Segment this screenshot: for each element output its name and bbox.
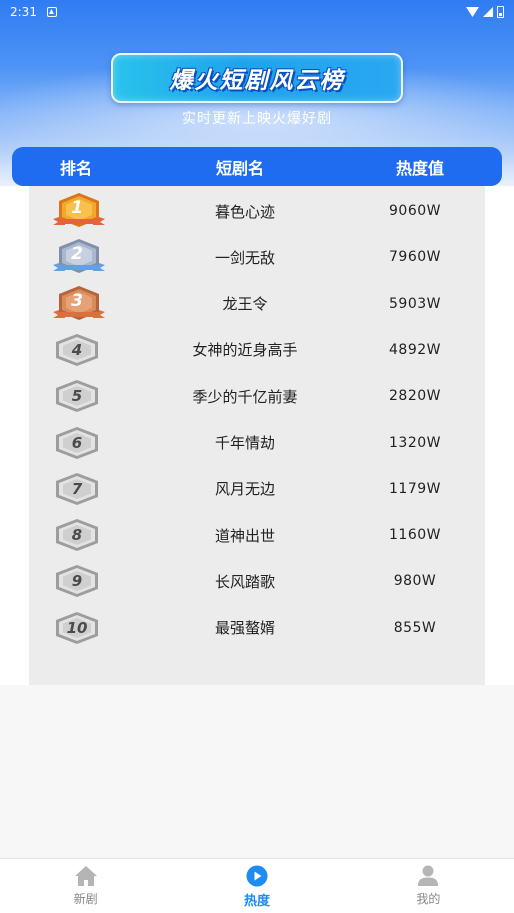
tab-label-mine: 我的 bbox=[416, 892, 441, 906]
rank-hexagon-icon: 7 bbox=[53, 472, 101, 506]
user-icon bbox=[418, 865, 439, 886]
rank-number: 8 bbox=[71, 526, 83, 545]
drama-name: 长风踏歌 bbox=[214, 572, 275, 591]
header-rank: 排名 bbox=[59, 158, 92, 178]
ranking-table-header: 排名 短剧名 热度值 bbox=[12, 147, 502, 186]
table-row[interactable]: 9 长风踏歌 980W bbox=[29, 558, 485, 604]
notification-icon bbox=[46, 7, 57, 17]
table-row[interactable]: 3 龙王令 5903W bbox=[29, 281, 485, 327]
status-icons bbox=[466, 6, 504, 18]
rank-number: 1 bbox=[71, 198, 83, 218]
heat-value: 4892W bbox=[389, 341, 441, 358]
tab-label-hot: 热度 bbox=[243, 894, 270, 909]
table-row[interactable]: 2 一剑无敌 7960W bbox=[29, 234, 485, 280]
bronze-medal-icon: 3 bbox=[49, 284, 105, 324]
rank-cell: 7 bbox=[29, 472, 125, 506]
rank-hexagon-icon: 9 bbox=[53, 564, 101, 598]
rank-number: 7 bbox=[71, 479, 83, 498]
heat-value: 5903W bbox=[389, 295, 441, 312]
drama-name: 龙王令 bbox=[222, 295, 268, 314]
signal-icon bbox=[483, 7, 493, 17]
drama-name: 暮色心迹 bbox=[214, 202, 275, 221]
rank-cell: 2 bbox=[29, 237, 125, 277]
table-row[interactable]: 4 女神的近身高手 4892W bbox=[29, 327, 485, 373]
rank-number: 9 bbox=[71, 572, 83, 591]
heat-value: 1179W bbox=[389, 480, 441, 497]
heat-value: 1320W bbox=[389, 434, 441, 451]
wifi-icon bbox=[466, 7, 479, 17]
header-heat: 热度值 bbox=[395, 158, 444, 178]
rank-number: 5 bbox=[71, 387, 83, 406]
rank-cell: 3 bbox=[29, 284, 125, 324]
rank-cell: 8 bbox=[29, 518, 125, 552]
table-row[interactable]: 10 最强螯婿 855W bbox=[29, 605, 485, 651]
tab-new-dramas[interactable]: 新剧 bbox=[0, 859, 171, 913]
tab-label-new: 新剧 bbox=[73, 892, 98, 906]
table-row[interactable]: 5 季少的千亿前妻 2820W bbox=[29, 373, 485, 419]
drama-name: 季少的千亿前妻 bbox=[192, 387, 298, 406]
heat-value: 980W bbox=[393, 573, 437, 590]
header-name: 短剧名 bbox=[215, 158, 264, 178]
heat-value: 9060W bbox=[389, 203, 441, 219]
rank-hexagon-icon: 6 bbox=[53, 426, 101, 460]
tab-mine[interactable]: 我的 bbox=[343, 859, 514, 913]
home-icon bbox=[74, 866, 97, 886]
page-subtitle: 实时更新上映火爆好剧 bbox=[182, 111, 332, 127]
status-time: 2:31 bbox=[10, 5, 37, 19]
rank-hexagon-icon: 5 bbox=[53, 379, 101, 413]
drama-name: 风月无边 bbox=[214, 480, 275, 499]
page-title-badge: 爆火短剧风云榜 bbox=[111, 53, 403, 103]
rank-cell: 5 bbox=[29, 379, 125, 413]
bottom-tab-bar: 新剧 热度 我的 bbox=[0, 858, 514, 913]
table-row[interactable]: 7 风月无边 1179W bbox=[29, 466, 485, 512]
drama-name: 道神出世 bbox=[214, 526, 275, 545]
rank-number: 6 bbox=[71, 433, 83, 452]
drama-name: 千年情劫 bbox=[214, 434, 275, 452]
heat-value: 855W bbox=[393, 619, 437, 636]
rank-number: 2 bbox=[71, 244, 83, 265]
silver-medal-icon: 2 bbox=[49, 237, 105, 277]
rank-hexagon-icon: 8 bbox=[53, 518, 101, 552]
rank-cell: 6 bbox=[29, 426, 125, 460]
heat-value: 2820W bbox=[389, 388, 441, 405]
heat-value: 7960W bbox=[389, 249, 441, 266]
tab-hot[interactable]: 热度 bbox=[171, 859, 342, 913]
rank-cell: 9 bbox=[29, 564, 125, 598]
panel-margin-left bbox=[0, 186, 29, 685]
rank-hexagon-icon: 4 bbox=[53, 333, 101, 367]
drama-name: 一剑无敌 bbox=[214, 248, 275, 267]
drama-name: 女神的近身高手 bbox=[192, 341, 298, 360]
rank-cell: 4 bbox=[29, 333, 125, 367]
heat-value: 1160W bbox=[389, 527, 441, 544]
panel-margin-right bbox=[485, 186, 514, 685]
rank-hexagon-icon: 10 bbox=[53, 611, 101, 645]
page-title: 爆火短剧风云榜 bbox=[169, 68, 345, 94]
gold-medal-icon: 1 bbox=[49, 191, 105, 231]
rank-number: 4 bbox=[71, 340, 83, 359]
table-row[interactable]: 1 暮色心迹 9060W bbox=[29, 188, 485, 234]
battery-icon bbox=[497, 6, 504, 18]
status-bar: 2:31 bbox=[0, 0, 514, 24]
rank-cell: 10 bbox=[29, 611, 125, 645]
play-circle-icon bbox=[246, 865, 268, 887]
rank-number: 3 bbox=[71, 290, 83, 311]
table-row[interactable]: 6 千年情劫 1320W bbox=[29, 420, 485, 466]
table-row[interactable]: 8 道神出世 1160W bbox=[29, 512, 485, 558]
rank-number: 10 bbox=[66, 618, 88, 637]
rank-cell: 1 bbox=[29, 191, 125, 231]
drama-name: 最强螯婿 bbox=[214, 619, 275, 638]
